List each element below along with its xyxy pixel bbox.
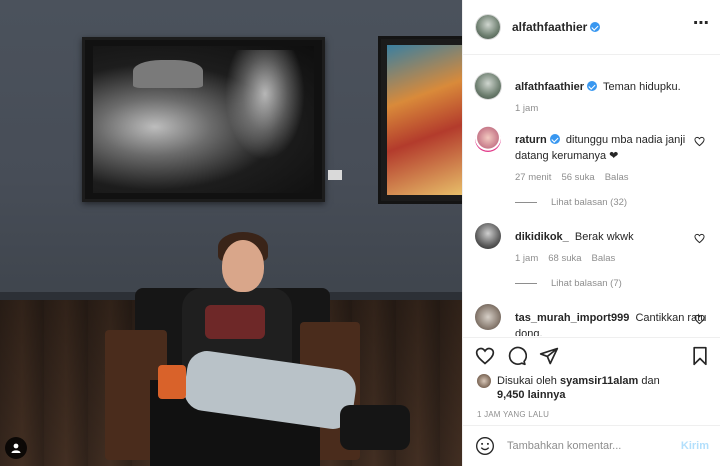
artwork-label-plate bbox=[328, 170, 342, 180]
comment-username[interactable]: dikidikok_ bbox=[515, 231, 569, 243]
avatar[interactable] bbox=[476, 15, 500, 39]
comment-icon[interactable] bbox=[507, 346, 527, 366]
post-author-username[interactable]: alfathfaathier bbox=[512, 20, 601, 34]
comment-likes[interactable]: 56 suka bbox=[561, 172, 594, 183]
verified-icon bbox=[549, 134, 560, 144]
framed-portrait-artwork bbox=[82, 37, 325, 202]
framed-colorful-artwork bbox=[378, 36, 462, 204]
view-replies-label: Lihat balasan (7) bbox=[551, 278, 622, 289]
avatar[interactable] bbox=[475, 126, 501, 152]
post-photo[interactable] bbox=[0, 0, 462, 466]
post-side-panel: alfathfaathier ⋯ alfathfaathier Teman hi… bbox=[462, 0, 720, 466]
caption-username[interactable]: alfathfaathier bbox=[515, 81, 584, 93]
shirt-print bbox=[205, 305, 265, 339]
caption-time[interactable]: 1 jam bbox=[515, 103, 538, 114]
likes-summary[interactable]: Disukai oleh syamsir11alam dan 9,450 lain… bbox=[463, 374, 720, 402]
instagram-post-modal: alfathfaathier ⋯ alfathfaathier Teman hi… bbox=[0, 0, 720, 466]
avatar[interactable] bbox=[475, 223, 501, 249]
view-replies-button[interactable]: Lihat balasan (7) bbox=[515, 278, 715, 289]
view-replies-label: Lihat balasan (32) bbox=[551, 197, 628, 208]
user-tag-icon[interactable] bbox=[5, 437, 27, 459]
share-icon[interactable] bbox=[539, 346, 559, 366]
comments-list[interactable]: alfathfaathier Teman hidupku. 1 jam ratu… bbox=[463, 56, 720, 336]
avatar[interactable] bbox=[475, 304, 501, 330]
view-replies-button[interactable]: Lihat balasan (32) bbox=[515, 197, 715, 208]
comment-item: dikidikok_ Berak wkwk 1 jam 68 suka Balas … bbox=[475, 223, 715, 289]
comment-reply-button[interactable]: Balas bbox=[592, 253, 616, 264]
emoji-icon[interactable] bbox=[475, 436, 495, 456]
heart-icon[interactable] bbox=[475, 346, 495, 366]
post-comment-button[interactable]: Kirim bbox=[681, 440, 709, 452]
person-head bbox=[222, 240, 264, 292]
comment-reply-button[interactable]: Balas bbox=[605, 172, 629, 183]
orange-bag bbox=[158, 365, 186, 399]
add-comment-bar: Tambahkan komentar... Kirim bbox=[463, 425, 720, 466]
comment-like-heart-icon[interactable] bbox=[694, 314, 705, 325]
action-bar bbox=[463, 338, 720, 374]
comment-likes[interactable]: 68 suka bbox=[548, 253, 581, 264]
avatar[interactable] bbox=[475, 73, 501, 99]
caption-text: Teman hidupku. bbox=[603, 81, 681, 93]
comment-username[interactable]: tas_murah_import999 bbox=[515, 312, 629, 324]
verified-icon bbox=[587, 81, 598, 91]
comment-like-heart-icon[interactable] bbox=[694, 233, 705, 244]
verified-icon bbox=[590, 22, 601, 32]
comment-like-heart-icon[interactable] bbox=[694, 136, 705, 147]
comment-text: Berak wkwk bbox=[574, 231, 634, 243]
avatar bbox=[477, 374, 491, 388]
bookmark-icon[interactable] bbox=[691, 346, 709, 366]
comment-time[interactable]: 27 menit bbox=[515, 172, 551, 183]
posted-time[interactable]: 1 JAM YANG LALU bbox=[463, 402, 720, 419]
person-boots bbox=[340, 405, 410, 450]
more-icon[interactable]: ⋯ bbox=[693, 16, 710, 38]
comment-input[interactable]: Tambahkan komentar... bbox=[507, 440, 681, 452]
caption: alfathfaathier Teman hidupku. 1 jam bbox=[475, 73, 715, 114]
comment-item: raturn ditunggu mba nadia janji datang k… bbox=[475, 126, 715, 208]
comment-item: tas_murah_import999 Cantikkan ratu dong. bbox=[475, 304, 715, 336]
comment-username[interactable]: raturn bbox=[515, 134, 547, 146]
comment-time[interactable]: 1 jam bbox=[515, 253, 538, 264]
likes-text: Disukai oleh syamsir11alam dan 9,450 lain… bbox=[497, 375, 660, 401]
post-header: alfathfaathier ⋯ bbox=[463, 0, 720, 55]
